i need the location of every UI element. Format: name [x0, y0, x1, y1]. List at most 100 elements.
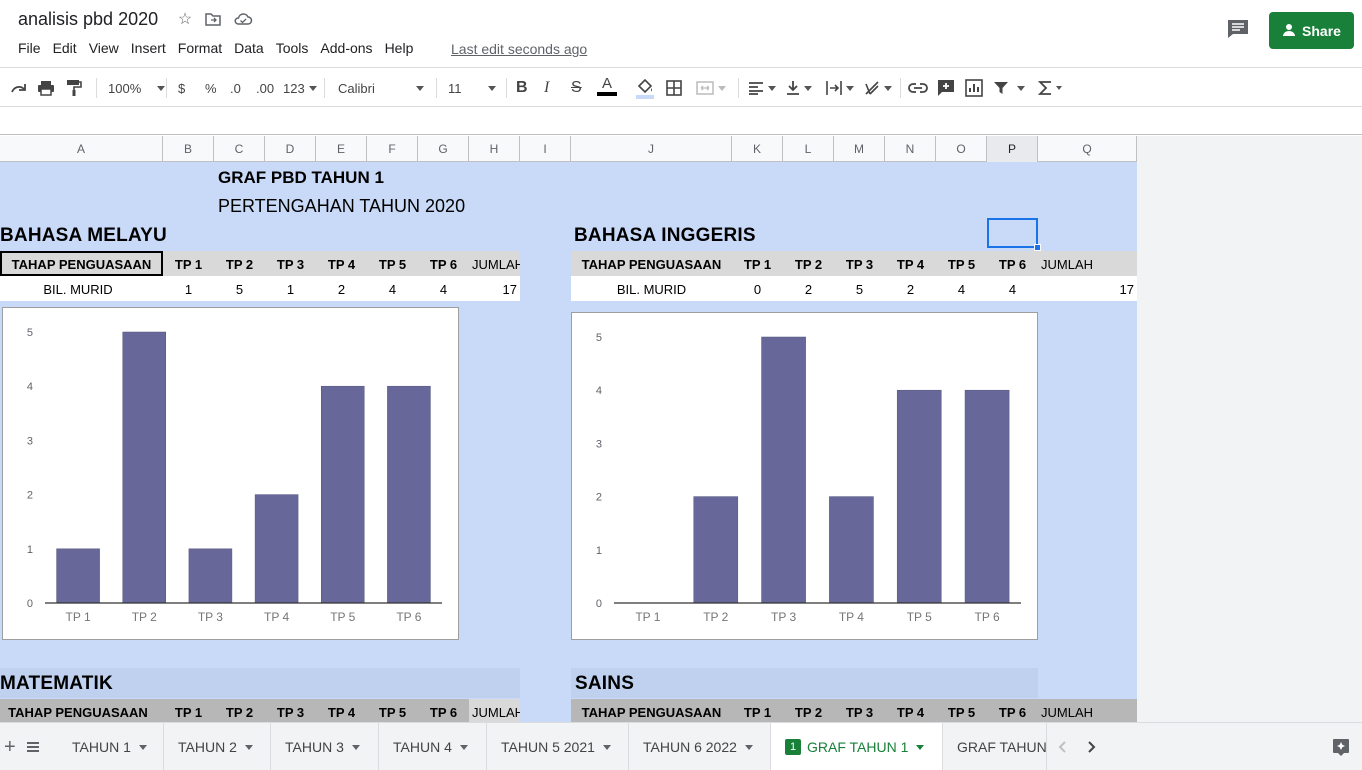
column-header-g[interactable]: G: [418, 136, 469, 162]
last-edit-link[interactable]: Last edit seconds ago: [451, 41, 587, 57]
cell-total[interactable]: 17: [1038, 276, 1134, 301]
text-color-button[interactable]: A: [597, 76, 617, 100]
header-jumlah[interactable]: JUMLAH: [1038, 251, 1137, 276]
increase-decimal-button[interactable]: .00: [256, 76, 274, 100]
header-tp4[interactable]: TP 4: [885, 251, 936, 276]
all-sheets-icon[interactable]: [20, 723, 46, 770]
header-tp6[interactable]: TP 6: [418, 251, 469, 276]
row-label-bil-murid[interactable]: BIL. MURID: [571, 276, 732, 301]
header-tahap-penguasaan[interactable]: TAHAP PENGUASAAN: [571, 251, 732, 276]
menu-view[interactable]: View: [89, 40, 125, 56]
vertical-align-icon[interactable]: [786, 76, 812, 100]
tab-menu-caret[interactable]: [244, 744, 253, 750]
tab-menu-caret[interactable]: [351, 744, 360, 750]
header-tp2[interactable]: TP 2: [214, 699, 265, 722]
column-header-n[interactable]: N: [885, 136, 936, 162]
bold-button[interactable]: B: [516, 76, 528, 100]
header-tp2[interactable]: TP 2: [783, 699, 834, 722]
cell-total[interactable]: 17: [469, 276, 517, 301]
sheet-grid[interactable]: GRAF PBD TAHUN 1 PERTENGAHAN TAHUN 2020 …: [0, 162, 1137, 722]
header-tp4[interactable]: TP 4: [316, 251, 367, 276]
column-header-e[interactable]: E: [316, 136, 367, 162]
column-header-k[interactable]: K: [732, 136, 783, 162]
header-tp6[interactable]: TP 6: [987, 699, 1038, 722]
header-tp5[interactable]: TP 5: [367, 251, 418, 276]
menu-edit[interactable]: Edit: [53, 40, 83, 56]
header-tp3[interactable]: TP 3: [265, 699, 316, 722]
column-header-d[interactable]: D: [265, 136, 316, 162]
cell-value[interactable]: 5: [214, 276, 265, 301]
header-tp3[interactable]: TP 3: [265, 251, 316, 276]
move-to-folder-icon[interactable]: [203, 10, 223, 30]
cell-value[interactable]: 2: [783, 276, 834, 301]
header-tp3[interactable]: TP 3: [834, 251, 885, 276]
menu-format[interactable]: Format: [178, 40, 228, 56]
header-tp4[interactable]: TP 4: [316, 699, 367, 722]
column-header-f[interactable]: F: [367, 136, 418, 162]
header-jumlah[interactable]: JUMLAH: [1038, 699, 1137, 722]
column-header-l[interactable]: L: [783, 136, 834, 162]
cell-value[interactable]: 4: [936, 276, 987, 301]
star-icon[interactable]: ☆: [175, 10, 195, 30]
share-button[interactable]: Share: [1269, 12, 1354, 49]
column-header-j[interactable]: J: [571, 136, 732, 162]
header-tp6[interactable]: TP 6: [418, 699, 469, 722]
tab-menu-caret[interactable]: [744, 744, 753, 750]
header-tp3[interactable]: TP 3: [834, 699, 885, 722]
explore-icon[interactable]: [1326, 723, 1356, 770]
chart-bahasa-inggeris[interactable]: 0 1 2 3 4 5 TP 1 TP 2 TP 3 TP 4 TP 5 TP 6: [571, 312, 1038, 640]
tab-graf-tahun-1[interactable]: 1 GRAF TAHUN 1: [771, 723, 943, 770]
chart-bahasa-melayu[interactable]: 0 1 2 3 4 5 TP 1 TP 2 TP 3 TP 4 TP 5 TP 6: [2, 307, 459, 640]
cell-value[interactable]: 1: [163, 276, 214, 301]
column-header-c[interactable]: C: [214, 136, 265, 162]
header-jumlah[interactable]: JUMLAH: [469, 251, 520, 276]
header-tp1[interactable]: TP 1: [163, 251, 214, 276]
column-header-q[interactable]: Q: [1038, 136, 1137, 162]
fill-color-icon[interactable]: [636, 76, 654, 100]
format-percent-button[interactable]: %: [205, 76, 217, 100]
tab-tahun-2[interactable]: TAHUN 2: [164, 723, 271, 770]
active-cell-selection[interactable]: [987, 218, 1038, 248]
header-tahap-penguasaan[interactable]: TAHAP PENGUASAAN: [0, 251, 163, 276]
header-tp2[interactable]: TP 2: [214, 251, 265, 276]
insert-link-icon[interactable]: [908, 76, 928, 100]
header-tahap-penguasaan[interactable]: TAHAP PENGUASAAN: [0, 699, 156, 722]
tab-tahun-1[interactable]: TAHUN 1: [58, 723, 164, 770]
header-tp2[interactable]: TP 2: [783, 251, 834, 276]
tab-tahun-5-2021[interactable]: TAHUN 5 2021: [487, 723, 629, 770]
tab-tahun-3[interactable]: TAHUN 3: [271, 723, 379, 770]
menu-help[interactable]: Help: [385, 40, 420, 56]
horizontal-align-icon[interactable]: [748, 76, 776, 100]
borders-icon[interactable]: [666, 76, 682, 100]
strikethrough-button[interactable]: S: [571, 76, 582, 100]
column-header-a[interactable]: A: [0, 136, 163, 162]
font-family-select[interactable]: Calibri: [338, 76, 426, 100]
row-label-bil-murid[interactable]: BIL. MURID: [0, 276, 156, 301]
header-tp1[interactable]: TP 1: [732, 699, 783, 722]
paint-format-icon[interactable]: [66, 76, 82, 100]
header-tp5[interactable]: TP 5: [936, 699, 987, 722]
fill-handle[interactable]: [1034, 244, 1041, 251]
header-tp5[interactable]: TP 5: [936, 251, 987, 276]
zoom-select[interactable]: 100%: [108, 76, 166, 100]
tab-menu-caret[interactable]: [602, 744, 611, 750]
format-currency-button[interactable]: $: [178, 76, 185, 100]
formula-bar[interactable]: [0, 108, 1362, 135]
column-header-m[interactable]: M: [834, 136, 885, 162]
menu-file[interactable]: File: [18, 40, 47, 56]
merge-cells-icon[interactable]: [696, 76, 726, 100]
menu-insert[interactable]: Insert: [131, 40, 172, 56]
redo-icon[interactable]: [10, 76, 28, 100]
cell-value[interactable]: 2: [885, 276, 936, 301]
text-rotation-icon[interactable]: [864, 76, 892, 100]
menu-data[interactable]: Data: [234, 40, 270, 56]
header-tp1[interactable]: TP 1: [163, 699, 214, 722]
header-jumlah[interactable]: JUMLAH: [469, 699, 520, 722]
header-tp5[interactable]: TP 5: [367, 699, 418, 722]
cell-value[interactable]: 4: [987, 276, 1038, 301]
italic-button[interactable]: I: [544, 76, 549, 100]
document-title[interactable]: analisis pbd 2020: [18, 9, 158, 30]
cell-value[interactable]: 2: [316, 276, 367, 301]
tab-tahun-6-2022[interactable]: TAHUN 6 2022: [629, 723, 771, 770]
insert-chart-icon[interactable]: [965, 76, 983, 100]
